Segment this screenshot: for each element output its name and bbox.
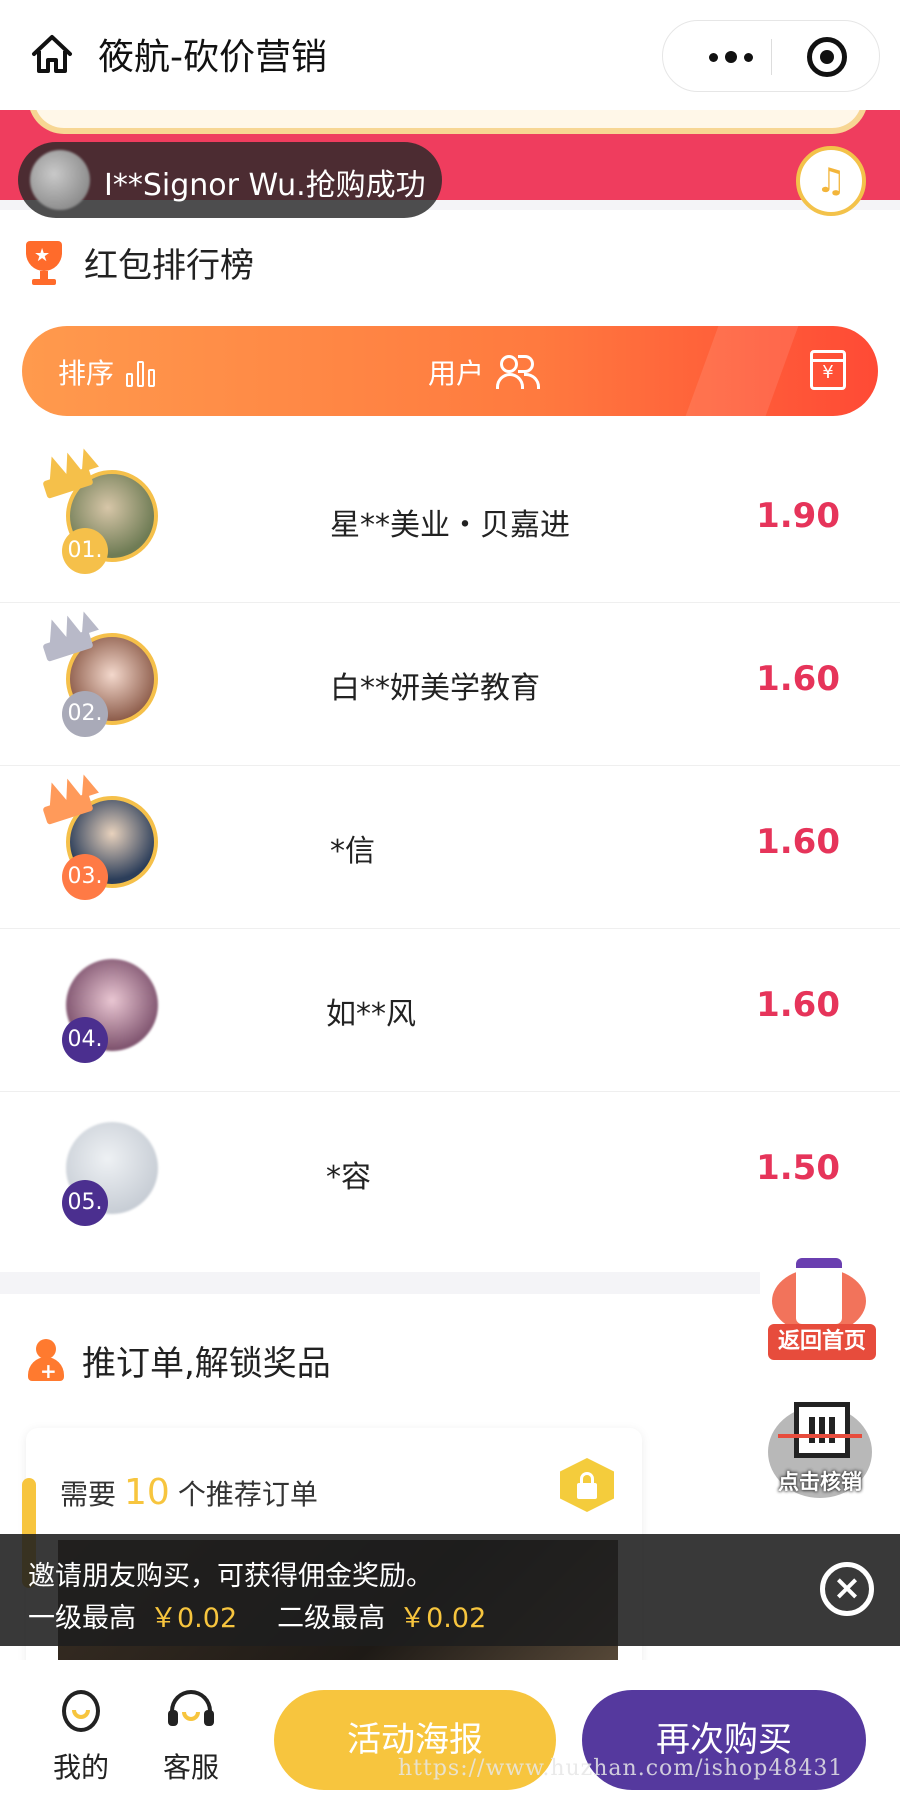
user-column-label: 用户 — [428, 357, 485, 390]
phone-icon — [796, 1258, 842, 1324]
bottom-tabbar: 我的 客服 活动海报 再次购买 https://www.huzhan.com/i… — [0, 1660, 900, 1805]
tab-me[interactable]: 我的 — [36, 1688, 126, 1786]
close-icon[interactable]: × — [820, 1562, 874, 1616]
add-person-icon: + — [26, 1338, 66, 1383]
level2-label: 二级最高 — [277, 1603, 386, 1634]
invite-notice: 邀请朋友购买，可获得佣金奖励。 一级最高 ￥0.02 二级最高 ￥0.02 × — [0, 1534, 900, 1646]
level1-label: 一级最高 — [28, 1603, 136, 1634]
ranking-row: 01. 星**美业・贝嘉进 1.90 — [0, 440, 900, 603]
rank-badge: 02. — [62, 691, 108, 737]
ranking-title-text: 红包排行榜 — [84, 246, 254, 286]
bar-chart-icon — [126, 357, 156, 387]
commission-info: 一级最高 ￥0.02 二级最高 ￥0.02 — [28, 1596, 486, 1635]
page-title: 筱航-砍价营销 — [98, 37, 327, 78]
tab-service-label: 客服 — [162, 1751, 219, 1784]
back-home-label: 返回首页 — [768, 1324, 876, 1360]
tab-service[interactable]: 客服 — [146, 1688, 236, 1786]
nav-header: 筱航-砍价营销 — [0, 0, 900, 110]
toast-avatar — [30, 150, 90, 210]
verify-label: 点击核销 — [778, 1470, 862, 1494]
user-name: 如**风 — [326, 997, 416, 1032]
need-count: 10 — [124, 1472, 170, 1513]
order-requirement: 需要 10 个推荐订单 — [60, 1472, 318, 1513]
recommend-section-title: + 推订单,解锁奖品 — [26, 1336, 331, 1385]
qr-code-icon — [794, 1402, 850, 1458]
verify-button[interactable]: 点击核销 — [768, 1400, 872, 1504]
user-name: *信 — [330, 834, 375, 869]
trophy-icon: ★ — [20, 239, 68, 287]
user-name: 星**美业・贝嘉进 — [330, 508, 570, 543]
toast-text: I**Signor Wu.抢购成功 — [104, 168, 426, 203]
ranking-section-title: ★ 红包排行榜 — [20, 238, 254, 287]
capsule-divider — [771, 39, 772, 75]
rank-badge: 01. — [62, 528, 108, 574]
close-miniprogram-icon[interactable] — [807, 37, 847, 77]
recommend-title-text: 推订单,解锁奖品 — [82, 1344, 331, 1384]
ranking-header-bar: 排序 用户 ¥ — [22, 326, 878, 416]
rank-badge: 03. — [62, 854, 108, 900]
red-packet-icon: ¥ — [810, 350, 846, 390]
ranking-list: 01. 星**美业・贝嘉进 1.90 02. 白**妍美学教育 1.60 03.… — [0, 440, 900, 1255]
amount-value: 1.60 — [756, 822, 840, 862]
amount-value: 1.50 — [756, 1148, 840, 1188]
rank-column-header: 排序 — [58, 352, 156, 392]
users-icon — [496, 355, 541, 389]
amount-value: 1.60 — [756, 659, 840, 699]
purchase-toast: I**Signor Wu.抢购成功 — [18, 142, 442, 218]
silver-crown-icon — [40, 608, 100, 662]
amount-value: 1.90 — [756, 496, 840, 536]
headset-icon — [168, 1688, 214, 1738]
home-icon[interactable] — [28, 30, 76, 78]
ranking-row: 02. 白**妍美学教育 1.60 — [0, 603, 900, 766]
ranking-row: 04. 如**风 1.60 — [0, 929, 900, 1092]
invite-message: 邀请朋友购买，可获得佣金奖励。 — [28, 1561, 433, 1592]
user-name: *容 — [326, 1160, 371, 1195]
user-column-header: 用户 — [428, 352, 541, 392]
user-icon — [58, 1688, 104, 1738]
need-suffix: 个推荐订单 — [177, 1478, 318, 1511]
section-divider — [0, 1272, 760, 1294]
rank-badge: 04. — [62, 1017, 108, 1063]
watermark-text: https://www.huzhan.com/ishop48431 — [398, 1756, 844, 1781]
need-prefix: 需要 — [60, 1478, 117, 1511]
more-icon[interactable] — [695, 21, 767, 93]
tab-me-label: 我的 — [52, 1751, 109, 1784]
user-name: 白**妍美学教育 — [330, 671, 540, 706]
gold-crown-icon — [40, 445, 100, 499]
ranking-row: 05. *容 1.50 — [0, 1092, 900, 1255]
bronze-crown-icon — [40, 771, 100, 825]
level1-value: ￥0.02 — [150, 1603, 238, 1634]
amount-value: 1.60 — [756, 985, 840, 1025]
miniprogram-capsule — [662, 20, 880, 92]
ranking-row: 03. *信 1.60 — [0, 766, 900, 929]
level2-value: ￥0.02 — [399, 1603, 487, 1634]
music-icon[interactable]: ♫ — [796, 146, 866, 216]
rank-badge: 05. — [62, 1180, 108, 1226]
back-home-button[interactable]: 返回首页 — [764, 1248, 876, 1360]
rank-column-label: 排序 — [58, 357, 115, 390]
